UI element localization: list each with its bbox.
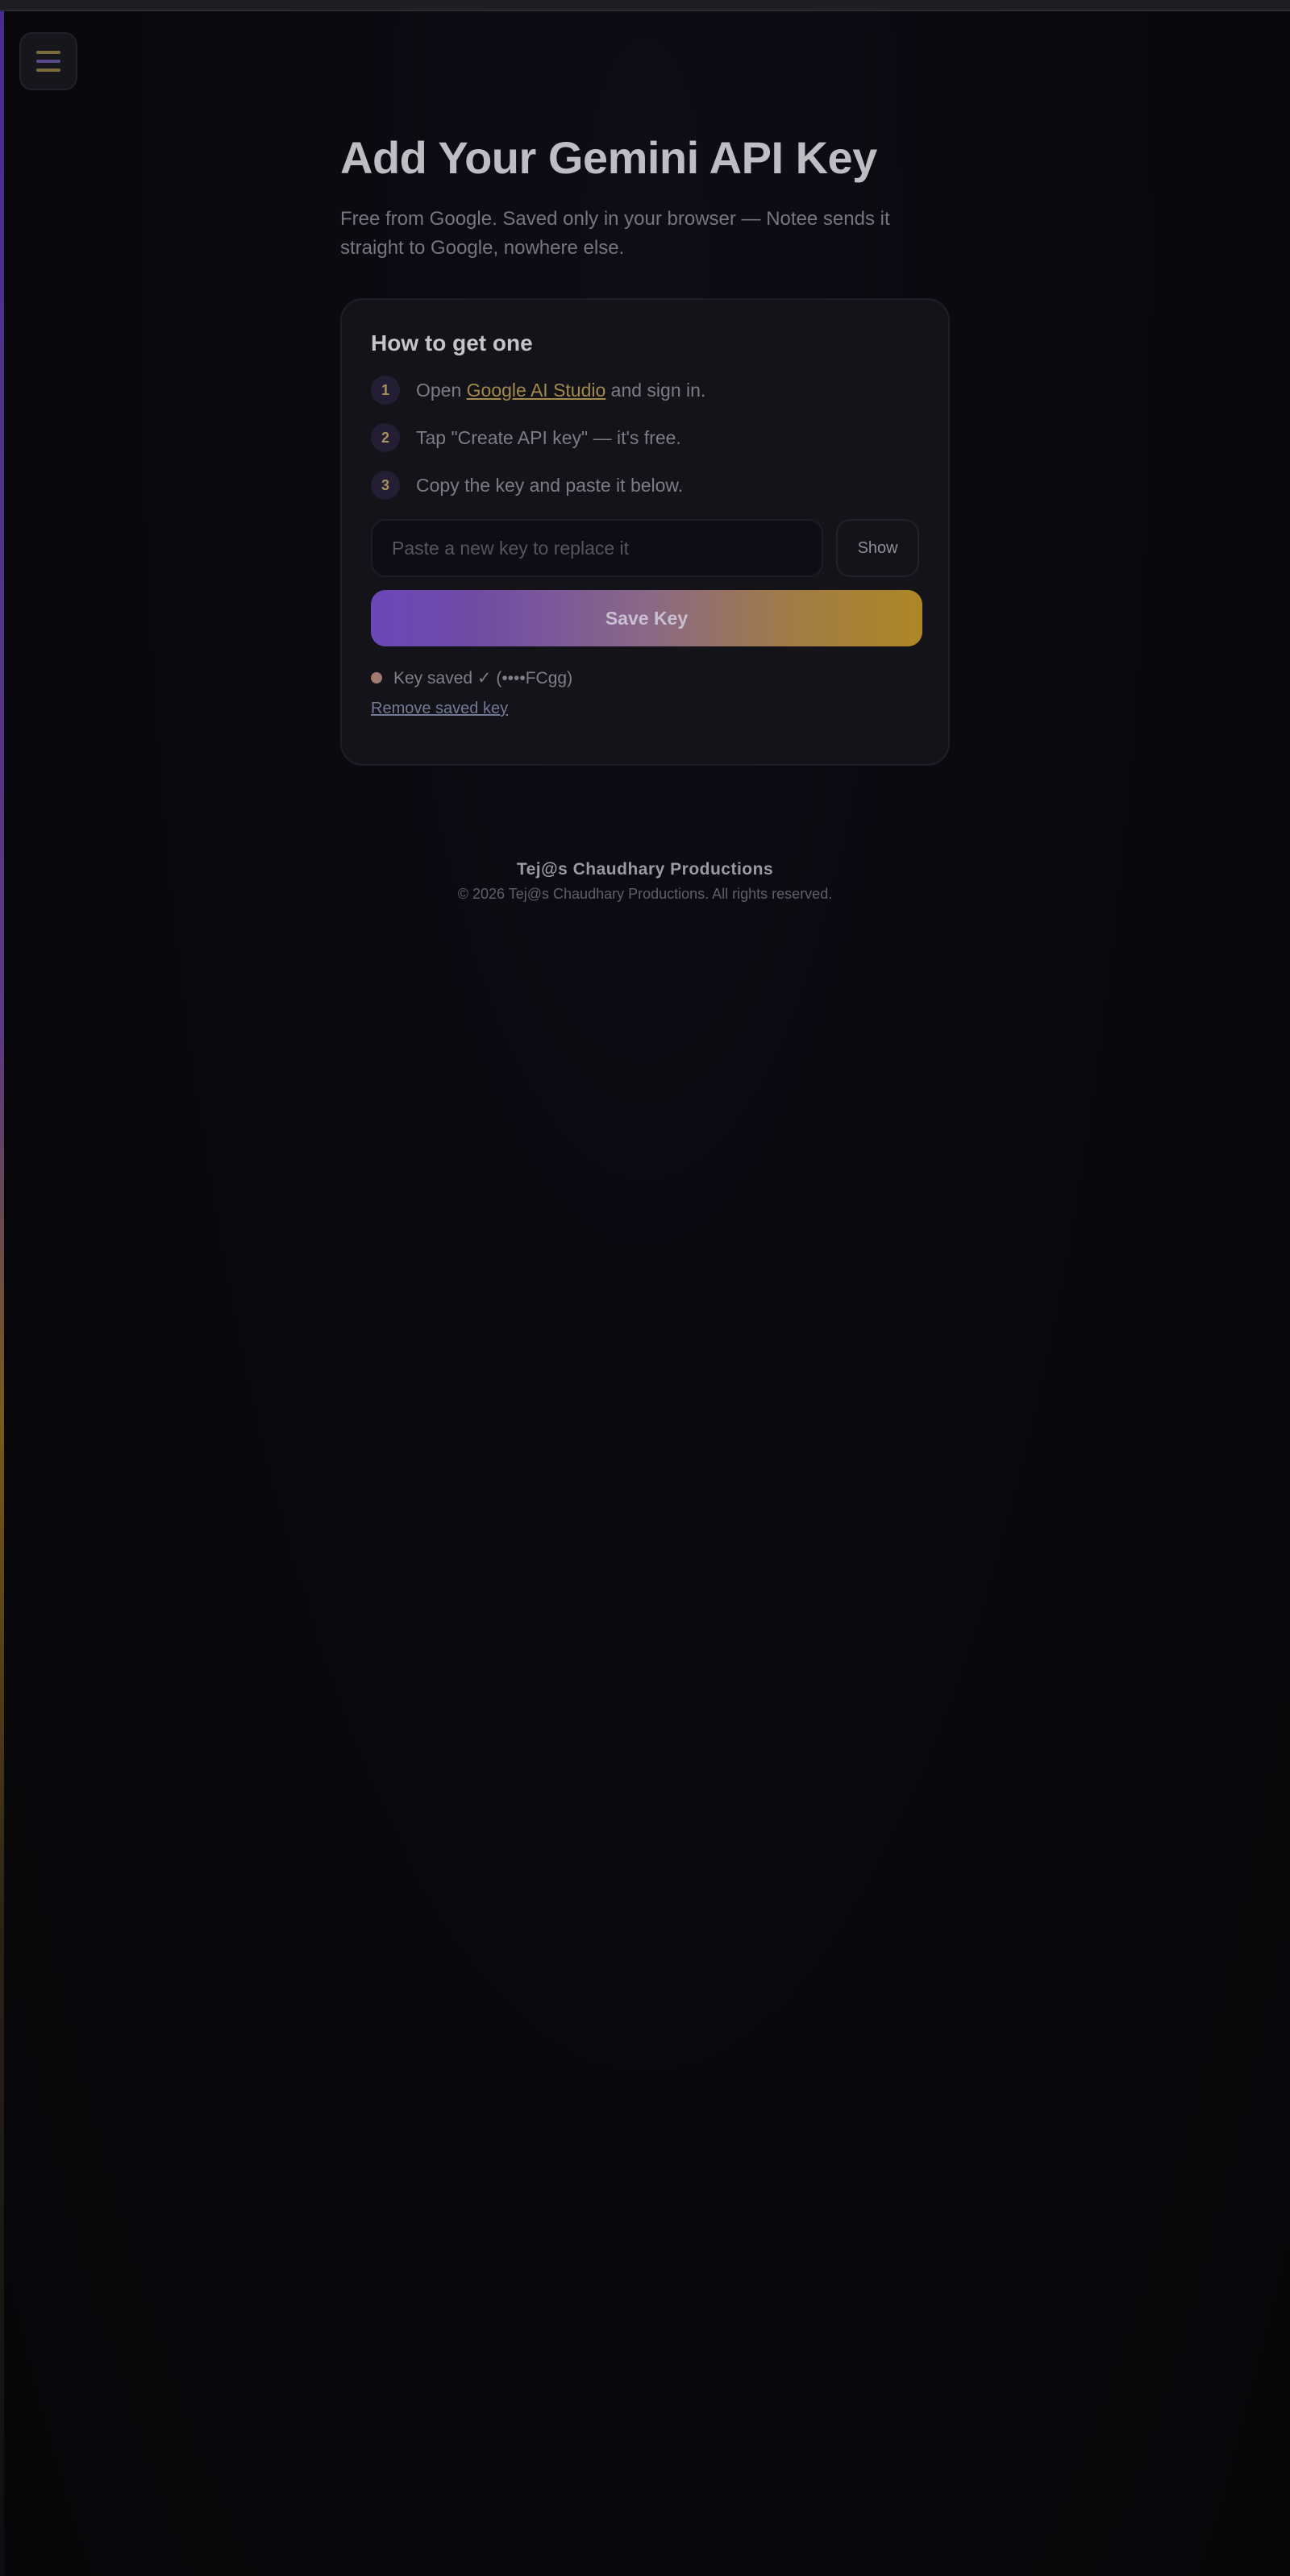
left-accent-strip [0, 11, 4, 2576]
step-text: Open Google AI Studio and sign in. [416, 380, 705, 401]
step-number-badge: 1 [371, 376, 400, 405]
api-key-input[interactable] [371, 519, 824, 577]
page-header: Add Your Gemini API Key Free from Google… [340, 129, 950, 263]
api-key-card: How to get one 1 Open Google AI Studio a… [340, 298, 950, 766]
footer-copyright: © 2026 Tej@s Chaudhary Productions. All … [457, 886, 833, 902]
key-status: Key saved ✓ (••••FCgg) [371, 666, 919, 690]
step-number-badge: 3 [371, 471, 400, 500]
status-dot-icon [371, 672, 382, 683]
key-status-text: Key saved ✓ (••••FCgg) [393, 668, 573, 688]
step-item: 2 Tap "Create API key" — it's free. [371, 422, 919, 454]
show-key-button[interactable]: Show [836, 519, 919, 577]
step-item: 3 Copy the key and paste it below. [371, 469, 919, 501]
hamburger-menu-icon-middle [36, 60, 60, 63]
key-input-row: Show [371, 519, 919, 577]
page-title: Add Your Gemini API Key [340, 132, 877, 183]
hamburger-menu-icon-bottom [36, 69, 60, 72]
step-text: Tap "Create API key" — it's free. [416, 426, 681, 448]
menu-button[interactable] [19, 32, 77, 90]
page: Add Your Gemini API Key Free from Google… [0, 0, 1290, 2576]
card-heading: How to get one [371, 330, 533, 355]
footer-brand: Tej@s Chaudhary Productions [516, 860, 774, 879]
step-text-before: Open [416, 379, 467, 401]
step-number-badge: 2 [371, 423, 400, 452]
step-item: 1 Open Google AI Studio and sign in. [371, 374, 919, 406]
steps-list: 1 Open Google AI Studio and sign in. 2 T… [371, 374, 919, 501]
step-text: Copy the key and paste it below. [416, 474, 684, 496]
remove-saved-key-link[interactable]: Remove saved key [371, 700, 508, 718]
hamburger-menu-icon [36, 51, 60, 54]
window-top-bar [0, 0, 1290, 11]
page-subtitle: Free from Google. Saved only in your bro… [340, 208, 890, 259]
google-ai-studio-link[interactable]: Google AI Studio [467, 380, 606, 401]
save-key-button[interactable]: Save Key [371, 590, 922, 646]
footer: Tej@s Chaudhary Productions © 2026 Tej@s… [0, 858, 1290, 904]
step-text-after: and sign in. [605, 379, 706, 401]
